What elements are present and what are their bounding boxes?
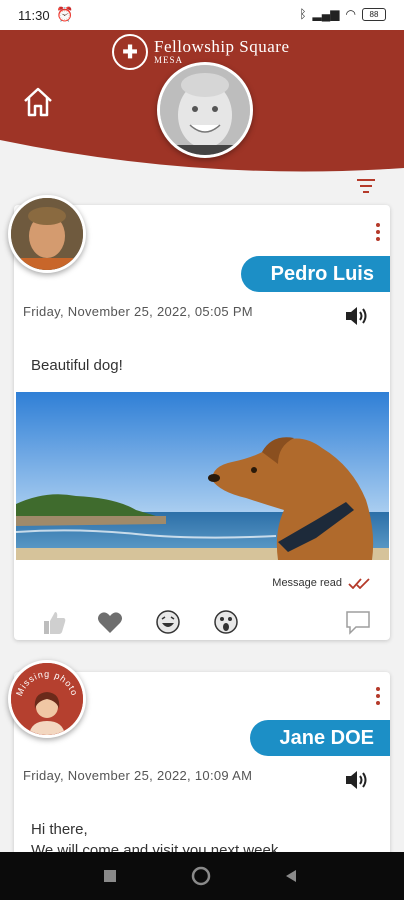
status-icons: ᛒ ▂▄▆ ◠ 88 — [299, 7, 386, 21]
back-icon — [286, 870, 296, 882]
post-timestamp: Friday, November 25, 2022, 10:09 AM — [23, 768, 253, 783]
system-navigation-bar — [0, 852, 404, 900]
wifi-icon: ◠ — [345, 7, 356, 21]
author-name: Jane DOE — [279, 726, 374, 749]
text-to-speech-button[interactable] — [344, 768, 370, 792]
comment-icon — [346, 611, 370, 635]
bluetooth-icon: ᛒ — [299, 7, 307, 21]
back-button[interactable] — [283, 868, 299, 889]
thumbs-up-icon — [44, 612, 66, 634]
laugh-button[interactable] — [154, 608, 182, 636]
signal-icon: ▂▄▆ — [312, 7, 340, 21]
post-menu-button[interactable] — [374, 686, 382, 706]
text-to-speech-button[interactable] — [344, 304, 370, 328]
brand-subtitle: MESA — [154, 55, 184, 65]
home-icon — [24, 87, 52, 117]
author-avatar[interactable]: Missing photo — [8, 660, 86, 738]
surprised-face-icon — [214, 610, 238, 634]
filter-icon — [357, 179, 375, 193]
home-button[interactable] — [20, 84, 56, 120]
message-line: Hi there, — [31, 821, 88, 838]
brand-name: Fellowship Square — [154, 37, 290, 56]
cross-logo-icon: ✚ — [112, 34, 148, 70]
home-nav-button[interactable] — [191, 866, 211, 891]
post-timestamp: Friday, November 25, 2022, 05:05 PM — [23, 304, 253, 319]
like-button[interactable] — [40, 608, 68, 636]
double-check-icon — [348, 578, 370, 589]
read-status: Message read — [272, 577, 374, 589]
resident-avatar[interactable] — [157, 62, 253, 158]
post-message: Beautiful dog! — [31, 357, 123, 374]
author-name-badge: Jane DOE — [249, 720, 390, 756]
missing-photo-avatar: Missing photo — [11, 663, 83, 735]
post-photo[interactable] — [16, 392, 389, 560]
comment-button[interactable] — [344, 608, 372, 636]
speaker-icon — [346, 307, 367, 325]
author-avatar[interactable] — [8, 195, 86, 273]
author-name-badge: Pedro Luis — [240, 256, 390, 292]
post-menu-button[interactable] — [374, 222, 382, 242]
kebab-menu-icon — [376, 223, 380, 241]
speaker-icon — [346, 771, 367, 789]
reaction-bar — [38, 608, 378, 636]
status-bar: 11:30 ⏰ ᛒ ▂▄▆ ◠ 88 — [0, 0, 404, 30]
status-time: 11:30 — [18, 8, 50, 23]
heart-icon — [98, 612, 122, 633]
author-photo — [11, 198, 83, 270]
laughing-face-icon — [156, 610, 180, 634]
love-button[interactable] — [96, 608, 124, 636]
wow-button[interactable] — [212, 608, 240, 636]
author-name: Pedro Luis — [270, 262, 374, 285]
recents-icon — [104, 870, 116, 882]
dog-beach-photo — [16, 392, 389, 560]
resident-photo — [160, 65, 250, 155]
recents-button[interactable] — [102, 868, 118, 889]
battery-icon: 88 — [362, 7, 386, 21]
alarm-icon: ⏰ — [56, 6, 74, 22]
filter-button[interactable] — [354, 176, 378, 196]
read-status-label: Message read — [272, 577, 342, 589]
home-circle-icon — [191, 866, 211, 886]
kebab-menu-icon — [376, 687, 380, 705]
